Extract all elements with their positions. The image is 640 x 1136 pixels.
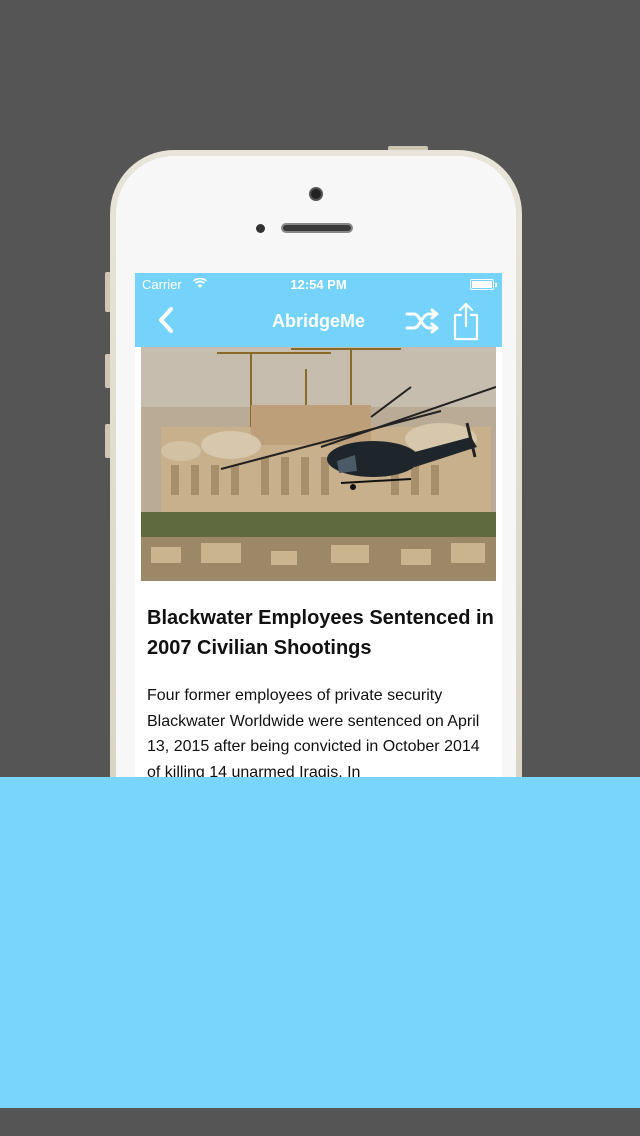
battery-icon [470, 279, 497, 290]
proximity-sensor [256, 224, 265, 233]
share-icon [453, 302, 479, 341]
article-title: Blackwater Employees Sentenced in 2007 C… [147, 607, 494, 659]
status-time: 12:54 PM [290, 277, 347, 292]
shuffle-icon [405, 308, 439, 334]
status-bar: Carrier 12:54 PM [135, 273, 502, 295]
shuffle-button[interactable] [405, 306, 441, 336]
front-camera [309, 187, 323, 201]
article-image [141, 347, 496, 581]
earpiece-speaker [281, 223, 353, 233]
app-title: AbridgeMe [271, 311, 365, 331]
article-body: Four former employees of private securit… [147, 687, 480, 778]
share-button[interactable] [451, 301, 481, 341]
phone-screen: Carrier 12:54 PM AbridgeMe Blackwater Em… [135, 273, 502, 778]
navigation-bar: AbridgeMe [135, 295, 502, 347]
bottom-panel [0, 777, 640, 1108]
